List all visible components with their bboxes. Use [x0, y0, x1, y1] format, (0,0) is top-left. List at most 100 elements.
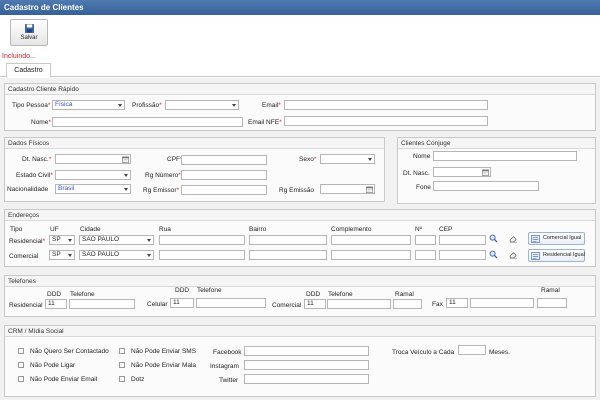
- enderecos-section-title: Endereços: [5, 210, 595, 221]
- email-field[interactable]: [284, 100, 488, 110]
- search-icon[interactable]: [489, 250, 498, 259]
- col-rua: Rua: [159, 226, 171, 233]
- tab-bar: [0, 62, 600, 77]
- comercial-ramal-field[interactable]: [393, 299, 422, 309]
- toolbar: [0, 15, 600, 51]
- dotz-checkbox[interactable]: [119, 376, 125, 382]
- calendar-icon[interactable]: [482, 169, 489, 176]
- numero-field-residencial[interactable]: [415, 235, 436, 245]
- nao-pode-email-checkbox[interactable]: [18, 376, 24, 382]
- bairro-field-comercial[interactable]: [249, 250, 327, 260]
- conjuge-section-title: Clientes Conjuge: [398, 138, 595, 149]
- nacionalidade-select[interactable]: Brasil: [55, 184, 131, 194]
- tipo-pessoa-select[interactable]: Física: [52, 100, 125, 110]
- conjuge-nome-label: Nome: [413, 153, 431, 160]
- chevron-down-icon: [368, 158, 372, 161]
- residencial-telefone-header: Telefone: [70, 291, 95, 298]
- tab-cadastro[interactable]: Cadastro: [6, 63, 51, 78]
- comercial-ddd-field[interactable]: 11: [304, 299, 326, 309]
- calendar-icon[interactable]: [366, 186, 373, 193]
- sexo-select[interactable]: [320, 154, 375, 164]
- celular-label: Celular: [147, 301, 168, 308]
- dotz-label: Dotz: [131, 376, 145, 383]
- nacionalidade-value: Brasil: [58, 185, 75, 192]
- floppy-disk-icon: [24, 24, 34, 33]
- estado-civil-select[interactable]: [55, 170, 131, 180]
- fax-ddd-field[interactable]: 11: [446, 298, 468, 308]
- nao-quero-contactado-label: Não Quero Ser Contactado: [30, 348, 109, 355]
- fax-ramal-field[interactable]: [537, 298, 567, 308]
- celular-ddd-header: DDD: [175, 287, 190, 294]
- col-tipo: Tipo: [10, 226, 23, 233]
- troca-veiculo-field[interactable]: [458, 345, 486, 355]
- residencial-ddd-field[interactable]: 11: [45, 299, 67, 309]
- numero-field-comercial[interactable]: [415, 250, 436, 260]
- cep-field-residencial[interactable]: [439, 235, 486, 245]
- nao-quero-contactado-checkbox[interactable]: [18, 348, 24, 354]
- chevron-down-icon: [147, 239, 151, 242]
- nome-field[interactable]: [52, 117, 243, 127]
- rg-numero-field[interactable]: [181, 170, 267, 180]
- calendar-icon[interactable]: [122, 156, 129, 163]
- profissao-select[interactable]: [165, 100, 239, 110]
- twitter-field[interactable]: [244, 374, 369, 384]
- eraser-icon[interactable]: [509, 234, 518, 243]
- email-nfe-label: Email NFE*: [248, 119, 282, 126]
- conjuge-fone-field[interactable]: [433, 181, 539, 191]
- cpf-field[interactable]: [181, 155, 267, 165]
- chevron-down-icon: [68, 254, 72, 257]
- status-text: Incluindo...: [2, 53, 36, 60]
- instagram-field[interactable]: [244, 360, 369, 370]
- celular-ddd-field[interactable]: 11: [170, 298, 194, 308]
- celular-telefone-field[interactable]: [196, 298, 266, 308]
- save-button-label: Salvar: [20, 35, 38, 41]
- nao-pode-ligar-checkbox[interactable]: [18, 362, 24, 368]
- nao-pode-mala-label: Não Pode Enviar Mala: [131, 362, 197, 369]
- rua-field-comercial[interactable]: [159, 250, 245, 260]
- instagram-label: Instagram: [210, 363, 239, 370]
- complemento-field-residencial[interactable]: [331, 235, 411, 245]
- nao-pode-email-label: Não Pode Enviar Email: [30, 376, 98, 383]
- conjuge-dt-nasc-field[interactable]: [433, 167, 491, 177]
- dt-nasc-label: Dt. Nasc.*: [22, 156, 52, 163]
- facebook-field[interactable]: [244, 346, 369, 356]
- comercial-telefone-field[interactable]: [327, 299, 391, 309]
- residencial-phone-label: Residencial: [9, 302, 43, 309]
- eraser-icon[interactable]: [509, 250, 518, 259]
- cidade-select-comercial[interactable]: SAO PAULO: [79, 250, 154, 260]
- comercial-phone-label: Comercial: [272, 302, 302, 309]
- chevron-down-icon: [124, 188, 128, 191]
- search-icon[interactable]: [489, 234, 498, 243]
- nao-pode-mala-checkbox[interactable]: [119, 362, 125, 368]
- fax-telefone-field[interactable]: [470, 298, 534, 308]
- crm-section-title: CRM / Mídia Social: [5, 326, 595, 337]
- residencial-igual-button[interactable]: Residencial Igual: [528, 249, 585, 262]
- cidade-select-residencial[interactable]: SAO PAULO: [79, 235, 154, 245]
- comercial-igual-button[interactable]: Comercial Igual: [528, 232, 585, 245]
- conjuge-nome-field[interactable]: [433, 151, 577, 161]
- save-button[interactable]: Salvar: [10, 19, 48, 46]
- residencial-telefone-field[interactable]: [69, 299, 135, 309]
- twitter-label: Twitter: [219, 377, 239, 384]
- nacionalidade-label: Nacionalidade: [7, 186, 49, 193]
- rg-emissao-field[interactable]: [320, 184, 375, 194]
- nao-pode-sms-checkbox[interactable]: [119, 348, 125, 354]
- email-label: Email*: [262, 102, 281, 109]
- fax-ramal-header: Ramal: [541, 287, 560, 294]
- window-title: Cadastro de Clientes: [0, 0, 600, 15]
- celular-telefone-header: Telefone: [197, 287, 222, 294]
- rua-field-residencial[interactable]: [159, 235, 245, 245]
- comercial-telefone-header: Telefone: [328, 291, 353, 298]
- residencial-ddd-header: DDD: [47, 291, 62, 298]
- col-complemento: Complemento: [331, 226, 372, 233]
- col-cep: CEP: [439, 226, 453, 233]
- email-nfe-field[interactable]: [284, 116, 488, 126]
- uf-select-comercial[interactable]: SP: [49, 250, 75, 260]
- bairro-field-residencial[interactable]: [249, 235, 327, 245]
- complemento-field-comercial[interactable]: [331, 250, 411, 260]
- dt-nasc-field[interactable]: [55, 154, 131, 164]
- cep-field-comercial[interactable]: [439, 250, 486, 260]
- conjuge-fone-label: Fone: [416, 184, 431, 191]
- rg-emissor-field[interactable]: [181, 185, 267, 195]
- uf-select-residencial[interactable]: SP: [49, 235, 75, 245]
